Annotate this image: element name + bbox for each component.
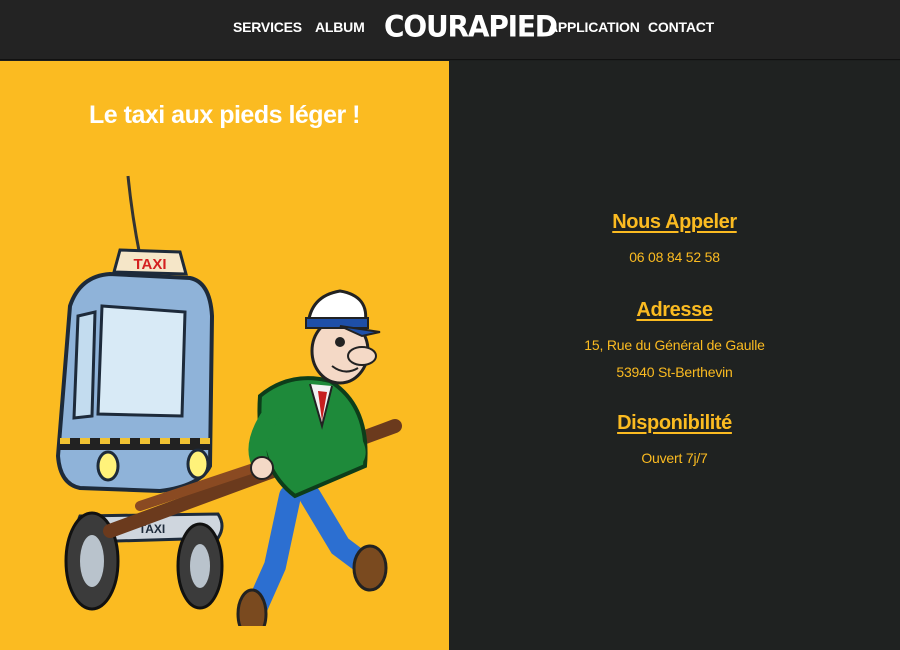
nav-application-link[interactable]: APPLICATION [548, 19, 640, 35]
address-section: Adresse 15, Rue du Général de Gaulle 539… [449, 299, 900, 386]
taxi-sign-label: TAXI [133, 256, 166, 273]
availability-section: Disponibilité Ouvert 7j/7 [449, 412, 900, 472]
phone-number[interactable]: 06 08 84 52 58 [449, 244, 900, 271]
address-line-2: 53940 St-Berthevin [616, 364, 733, 380]
nav-album-link[interactable]: ALBUM [315, 19, 365, 35]
availability-heading: Disponibilité [617, 412, 732, 434]
hero-tagline: Le taxi aux pieds léger ! [89, 101, 360, 129]
courapied-logo[interactable]: COURAPIED [384, 7, 558, 47]
top-navbar: SERVICES ALBUM COURAPIED APPLICATION CON… [0, 0, 900, 60]
phone-heading: Nous Appeler [612, 211, 737, 233]
phone-section: Nous Appeler 06 08 84 52 58 [449, 211, 900, 271]
address-line-1: 15, Rue du Général de Gaulle [584, 337, 765, 353]
contact-panel: Nous Appeler 06 08 84 52 58 Adresse 15, … [449, 61, 900, 650]
taxi-runner-illustration: TAXI TAXI [55, 175, 402, 626]
nav-services-link[interactable]: SERVICES [233, 19, 302, 35]
availability-text: Ouvert 7j/7 [641, 450, 708, 466]
nav-contact-link[interactable]: CONTACT [648, 19, 714, 35]
address-heading: Adresse [636, 299, 713, 321]
hero-panel: Le taxi aux pieds léger ! TAXI TAXI [0, 61, 449, 650]
